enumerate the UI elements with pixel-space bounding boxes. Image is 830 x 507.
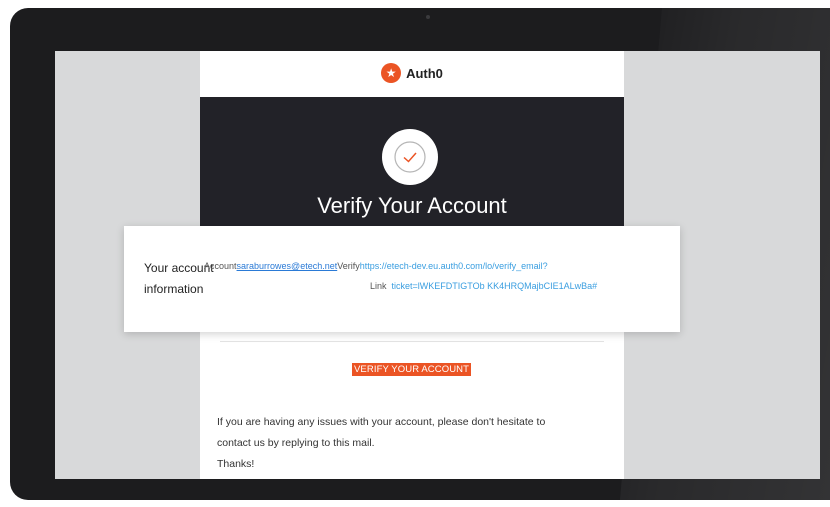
account-row: Accountsaraburrowes@etech.netVerifyhttps… [204, 261, 548, 271]
body-line-2: contact us by replying to this mail. [217, 437, 375, 449]
camera [426, 15, 430, 19]
body-line-1: If you are having any issues with your a… [217, 416, 546, 428]
email-header: ★ Auth0 [200, 51, 624, 95]
verify-label: Verify [337, 261, 360, 271]
account-email-link[interactable]: saraburrowes@etech.net [237, 261, 338, 271]
verify-link-part1[interactable]: https://etech-dev.eu.auth0.com/lo/verify… [360, 261, 548, 271]
email-body: If you are having any issues with your a… [217, 412, 617, 475]
auth0-logo-icon: ★ [381, 63, 402, 83]
verify-link-part2[interactable]: ticket=lWKEFDTIGTOb KK4HRQMajbCIE1ALwBa# [392, 281, 598, 291]
check-circle-icon [382, 129, 438, 185]
account-info-card: Your account information Accountsaraburr… [124, 226, 680, 332]
verify-account-button[interactable]: VERIFY YOUR ACCOUNT [352, 363, 472, 376]
hero-title: Verify Your Account [317, 193, 507, 218]
account-label: Account [204, 261, 237, 271]
link-label: Link [370, 281, 387, 291]
logo-text: Auth0 [406, 65, 443, 81]
divider [220, 341, 604, 342]
body-line-3: Thanks! [217, 458, 255, 470]
hero-banner: Verify Your Account [200, 97, 624, 237]
link-row: Link ticket=lWKEFDTIGTOb KK4HRQMajbCIE1A… [370, 281, 597, 291]
